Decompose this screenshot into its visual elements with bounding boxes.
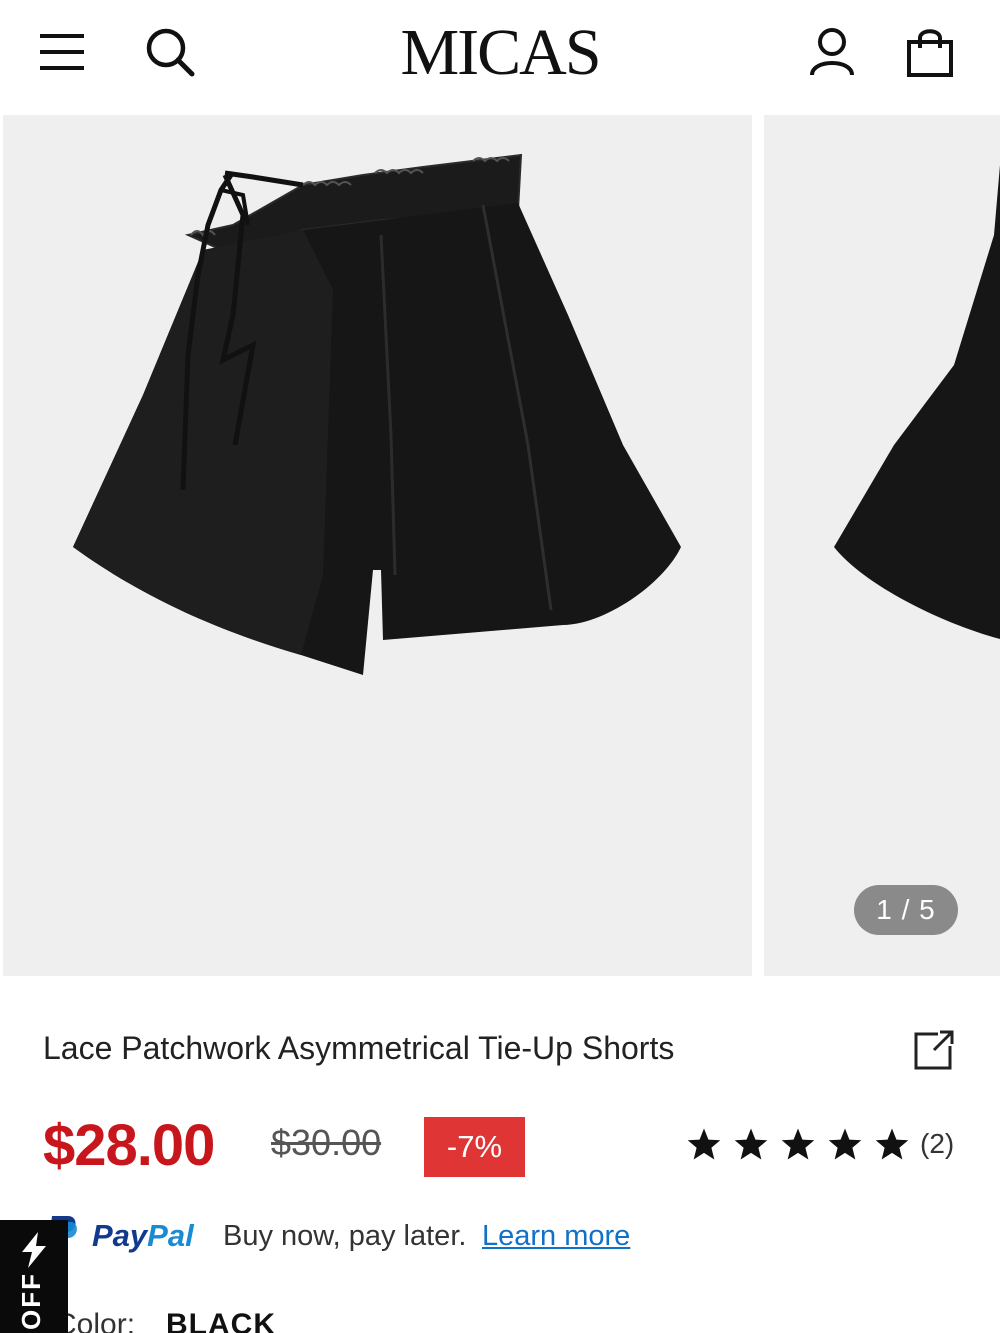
paypal-message: Buy now, pay later. bbox=[223, 1220, 467, 1252]
account-icon[interactable] bbox=[802, 22, 862, 82]
star-icon bbox=[781, 1128, 815, 1160]
discount-badge: -7% bbox=[424, 1117, 525, 1177]
star-icon bbox=[875, 1128, 909, 1160]
product-title: Lace Patchwork Asymmetrical Tie-Up Short… bbox=[43, 1030, 675, 1066]
sale-price: $28.00 bbox=[43, 1113, 215, 1178]
paypal-wordmark-pay: Pay bbox=[92, 1218, 148, 1253]
star-icon bbox=[734, 1128, 768, 1160]
color-value: BLACK bbox=[166, 1308, 276, 1333]
shorts-image-partial bbox=[834, 165, 1000, 639]
rating-stars[interactable] bbox=[686, 1127, 910, 1161]
paypal-wordmark: PayPal bbox=[92, 1218, 194, 1254]
promo-side-tab[interactable]: OFF bbox=[0, 1220, 68, 1333]
bag-icon[interactable] bbox=[900, 22, 960, 82]
learn-more-link[interactable]: Learn more bbox=[482, 1220, 630, 1253]
product-image-2[interactable] bbox=[764, 115, 1000, 976]
shorts-image bbox=[73, 153, 681, 675]
star-icon bbox=[828, 1128, 862, 1160]
lightning-icon bbox=[22, 1232, 46, 1268]
product-gallery[interactable]: 1 / 5 bbox=[0, 112, 1000, 976]
paypal-wordmark-pal: Pal bbox=[147, 1218, 194, 1253]
promo-tab-label: OFF bbox=[16, 1272, 46, 1330]
original-price: $30.00 bbox=[271, 1122, 382, 1163]
share-icon[interactable] bbox=[912, 1028, 956, 1072]
header: MICAS bbox=[0, 0, 1000, 110]
product-image-1[interactable] bbox=[3, 115, 752, 976]
image-counter: 1 / 5 bbox=[854, 885, 958, 935]
star-icon bbox=[687, 1128, 721, 1160]
review-count[interactable]: (2) bbox=[920, 1128, 954, 1160]
